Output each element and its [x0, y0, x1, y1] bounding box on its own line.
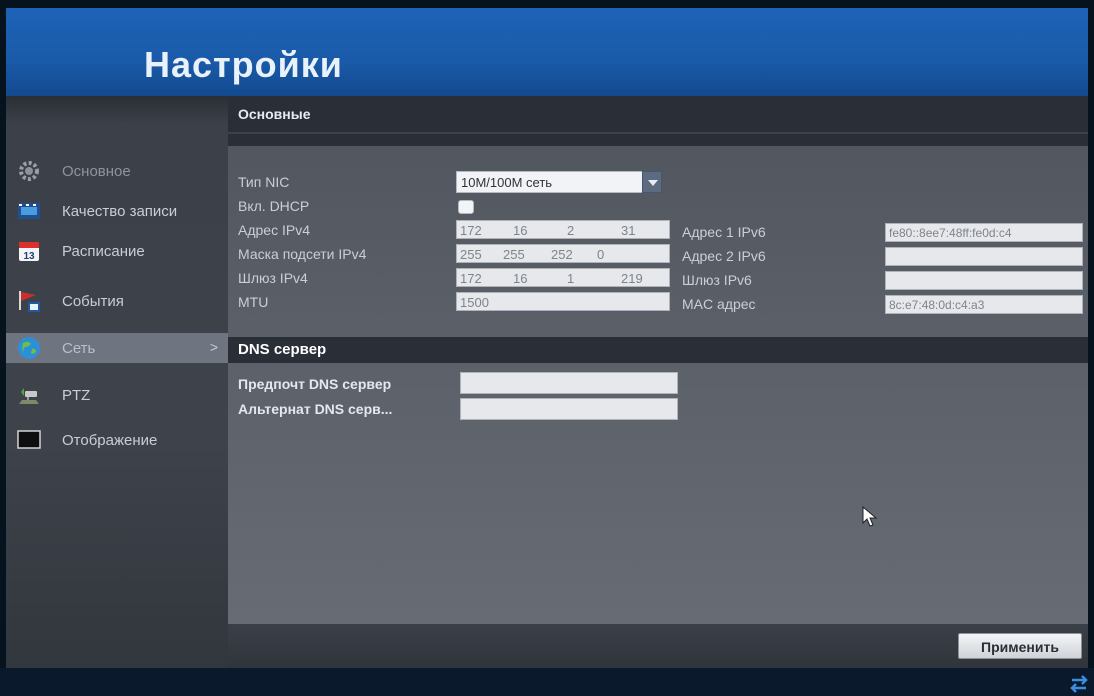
sidebar-item-label: Расписание — [62, 243, 145, 260]
ipv4-octet: 16 — [513, 223, 528, 238]
sidebar-item-display[interactable]: Отображение — [6, 421, 228, 461]
gateway-octet: 16 — [513, 271, 528, 286]
gear-icon — [19, 161, 39, 181]
mac-field: 8c:e7:48:0d:c4:a3 — [885, 295, 1083, 314]
calendar-icon-number: 13 — [23, 251, 35, 262]
gateway-label: Шлюз IPv4 — [238, 270, 308, 286]
mask-octet: 252 — [551, 247, 573, 262]
mask-octet: 0 — [597, 247, 605, 262]
sidebar: Основное Качество записи 13 Расписание С… — [6, 96, 228, 668]
preferred-dns-field[interactable] — [460, 372, 678, 394]
nic-type-label: Тип NIC — [238, 174, 290, 190]
gateway-field[interactable]: 172 16 1 219 — [456, 268, 670, 287]
ipv6-gateway-label: Шлюз IPv6 — [682, 272, 752, 288]
chevron-down-icon[interactable] — [642, 171, 662, 193]
nic-type-select[interactable]: 10M/100M сеть — [456, 171, 662, 193]
ipv6-2-field[interactable] — [885, 247, 1083, 266]
divider — [228, 132, 1088, 134]
sidebar-item-label: Отображение — [62, 432, 158, 449]
mask-label: Маска подсети IPv4 — [238, 246, 367, 262]
sidebar-item-network[interactable]: Сеть > — [6, 333, 228, 363]
ipv6-gateway-field[interactable] — [885, 271, 1083, 290]
nic-type-value: 10M/100M сеть — [461, 175, 553, 190]
sidebar-item-label: Сеть — [62, 340, 96, 357]
ptz-camera-icon — [19, 388, 39, 404]
apply-button[interactable]: Применить — [958, 633, 1082, 659]
header: Настройки — [6, 8, 1088, 96]
dhcp-checkbox[interactable] — [458, 200, 474, 214]
tab-bar: Основные — [228, 96, 1088, 146]
ipv4-octet: 31 — [621, 223, 636, 238]
gateway-octet: 219 — [621, 271, 643, 286]
ipv6-1-label: Адрес 1 IPv6 — [682, 224, 766, 240]
chevron-right-icon: > — [209, 339, 218, 355]
globe-icon — [18, 337, 40, 359]
mask-field[interactable]: 255 255 252 0 — [456, 244, 670, 263]
calendar-icon: 13 — [19, 242, 39, 262]
monitor-icon — [17, 430, 41, 449]
footer-bar: Применить — [228, 624, 1088, 668]
sidebar-item-label: Основное — [62, 163, 131, 180]
mouse-cursor-icon — [862, 506, 878, 527]
gateway-octet: 1 — [567, 271, 575, 286]
sidebar-item-label: События — [62, 293, 124, 310]
mac-label: MAC адрес — [682, 296, 756, 312]
dns-section-header: DNS сервер — [228, 337, 1088, 363]
mtu-field[interactable]: 1500 — [456, 292, 670, 311]
ipv4-octet: 2 — [567, 223, 575, 238]
mask-octet: 255 — [460, 247, 482, 262]
dvr-screen: Настройки Основное Качество записи 13 Ра… — [6, 8, 1088, 668]
ipv6-1-field[interactable]: fe80::8ee7:48ff:fe0d:c4 — [885, 223, 1083, 242]
event-flag-icon — [19, 291, 40, 312]
alternate-dns-label: Альтернат DNS серв... — [238, 401, 393, 417]
dns-section-title: DNS сервер — [238, 341, 327, 358]
main-panel: Основные Тип NIC Вкл. DHCP Адрес IPv4 Ма… — [228, 96, 1088, 668]
sidebar-item-basic[interactable]: Основное — [6, 152, 228, 192]
gateway-octet: 172 — [460, 271, 482, 286]
sidebar-item-label: Качество записи — [62, 203, 178, 220]
ipv4-octet: 172 — [460, 223, 482, 238]
sidebar-item-label: PTZ — [62, 387, 91, 404]
sidebar-item-schedule[interactable]: 13 Расписание — [6, 232, 228, 272]
sidebar-item-events[interactable]: События — [6, 282, 228, 322]
dhcp-label: Вкл. DHCP — [238, 198, 310, 214]
mtu-label: MTU — [238, 294, 269, 310]
ipv4-field[interactable]: 172 16 2 31 — [456, 220, 670, 239]
mask-octet: 255 — [503, 247, 525, 262]
ipv4-label: Адрес IPv4 — [238, 222, 310, 238]
tab-basic[interactable]: Основные — [238, 106, 311, 122]
bottom-strip — [0, 668, 1094, 696]
ipv6-2-label: Адрес 2 IPv6 — [682, 248, 766, 264]
sidebar-item-ptz[interactable]: PTZ — [6, 376, 228, 416]
sidebar-item-record-quality[interactable]: Качество записи — [6, 192, 228, 232]
page-title: Настройки — [144, 44, 343, 85]
alternate-dns-field[interactable] — [460, 398, 678, 420]
switch-arrows-icon[interactable] — [1068, 672, 1090, 694]
film-icon — [18, 203, 40, 219]
preferred-dns-label: Предпочт DNS сервер — [238, 376, 392, 392]
